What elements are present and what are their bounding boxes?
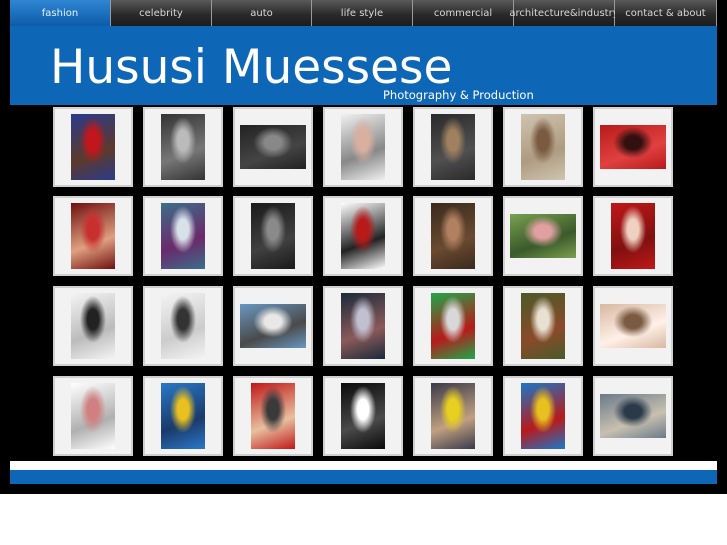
gallery-thumbnail[interactable] xyxy=(413,376,493,456)
gallery-thumbnail[interactable] xyxy=(233,376,313,456)
photo-red-dress xyxy=(71,203,115,269)
photo-man-rail xyxy=(240,304,306,348)
photo-woman-dark xyxy=(341,293,385,359)
top-nav: fashion celebrity auto life style commercial… xyxy=(10,0,717,26)
gallery-thumbnail[interactable] xyxy=(323,196,403,276)
photo-woman-white xyxy=(341,114,385,180)
photo-lying-woman xyxy=(251,203,295,269)
gallery-thumbnail[interactable] xyxy=(233,196,313,276)
photo-dancer xyxy=(71,383,115,449)
gallery-thumbnail[interactable] xyxy=(413,107,493,187)
gallery-thumbnail[interactable] xyxy=(143,107,223,187)
nav-item-commercial[interactable]: commercial xyxy=(413,0,514,26)
photo-woman-door xyxy=(431,114,475,180)
photo-beach-chair xyxy=(600,394,666,438)
photo-stocking-leg xyxy=(600,304,666,348)
gallery-thumbnail[interactable] xyxy=(593,196,673,276)
nav-item-celebrity[interactable]: celebrity xyxy=(111,0,212,26)
site-title: Hususi Muessese xyxy=(50,40,453,95)
site-tagline: Photography & Production xyxy=(383,88,534,102)
gallery-thumbnail[interactable] xyxy=(143,286,223,366)
photo-smoke xyxy=(161,203,205,269)
gallery-thumbnail[interactable] xyxy=(503,286,583,366)
photo-yellow-shorts xyxy=(431,383,475,449)
gallery-thumbnail[interactable] xyxy=(233,107,313,187)
photo-boat xyxy=(521,383,565,449)
photo-group-outdoor xyxy=(521,293,565,359)
gallery-thumbnail[interactable] xyxy=(413,286,493,366)
gallery-thumbnail[interactable] xyxy=(593,376,673,456)
gallery-thumbnail[interactable] xyxy=(143,196,223,276)
photo-red-machine xyxy=(251,383,295,449)
gallery-thumbnail[interactable] xyxy=(323,107,403,187)
photo-group xyxy=(240,125,306,169)
gallery-thumbnail[interactable] xyxy=(503,196,583,276)
photo-couple xyxy=(71,114,115,180)
nav-item-life-style[interactable]: life style xyxy=(312,0,413,26)
footer-bar xyxy=(10,470,717,484)
photo-red-gown xyxy=(341,203,385,269)
photo-woman-bags xyxy=(521,114,565,180)
gallery-thumbnail[interactable] xyxy=(53,286,133,366)
photo-bikini-grass xyxy=(510,214,576,258)
header-banner: Hususi Muessese Photography & Production xyxy=(10,26,717,105)
gallery-thumbnail[interactable] xyxy=(593,107,673,187)
nav-item-architecture-industry[interactable]: architecture&industry xyxy=(509,0,619,26)
gallery-thumbnail[interactable] xyxy=(503,107,583,187)
gallery-thumbnail[interactable] xyxy=(143,376,223,456)
photo-feet-bw xyxy=(161,293,205,359)
gallery-thumbnail[interactable] xyxy=(503,376,583,456)
gallery-thumbnail[interactable] xyxy=(323,376,403,456)
gallery-thumbnail[interactable] xyxy=(233,286,313,366)
photo-red-wall xyxy=(611,203,655,269)
photo-green-screen xyxy=(431,293,475,359)
photo-woman-red-car xyxy=(600,125,666,169)
nav-item-auto[interactable]: auto xyxy=(212,0,312,26)
photo-man-white-suit xyxy=(341,383,385,449)
nav-item-contact-about[interactable]: contact & about xyxy=(615,0,717,26)
photo-legs-bw xyxy=(71,293,115,359)
gallery-thumbnail[interactable] xyxy=(323,286,403,366)
nav-item-fashion[interactable]: fashion xyxy=(10,0,111,26)
gallery-thumbnail[interactable] xyxy=(53,107,133,187)
gallery-thumbnail[interactable] xyxy=(413,196,493,276)
footer-divider xyxy=(10,461,717,470)
photo-men-on-stairs xyxy=(161,114,205,180)
gallery-thumbnail[interactable] xyxy=(593,286,673,366)
gallery-thumbnail[interactable] xyxy=(53,376,133,456)
photo-couple-yellow xyxy=(161,383,205,449)
photo-woman-floor xyxy=(431,203,475,269)
gallery-thumbnail[interactable] xyxy=(53,196,133,276)
